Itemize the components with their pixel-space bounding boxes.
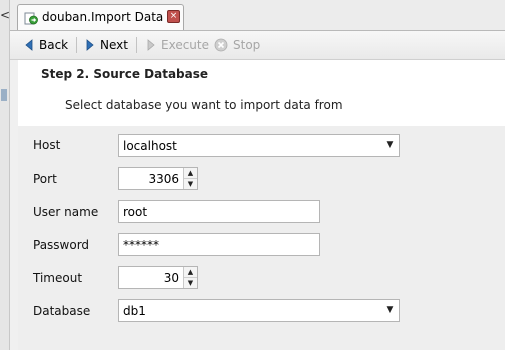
- wizard-toolbar: Back Next Execute Stop: [10, 31, 505, 60]
- port-label: Port: [33, 172, 57, 186]
- close-icon[interactable]: ×: [167, 10, 180, 23]
- collapse-arrow-icon[interactable]: <: [0, 8, 10, 22]
- back-label: Back: [39, 38, 69, 52]
- tab-strip: douban.Import Data ×: [10, 0, 505, 31]
- stop-label: Stop: [233, 38, 261, 52]
- port-value: 3306: [148, 172, 179, 186]
- username-value: root: [123, 205, 148, 219]
- stop-icon: [214, 38, 228, 52]
- chevron-down-icon[interactable]: ▼: [383, 301, 397, 320]
- port-spin-buttons: ▲ ▼: [183, 168, 197, 189]
- host-label: Host: [33, 138, 61, 152]
- spin-up-icon[interactable]: ▲: [184, 267, 197, 278]
- spin-down-icon[interactable]: ▼: [184, 278, 197, 288]
- execute-icon: [147, 39, 155, 51]
- execute-button[interactable]: Execute: [146, 36, 209, 54]
- next-arrow-icon: [86, 39, 94, 51]
- chevron-down-icon[interactable]: ▼: [383, 136, 397, 155]
- timeout-spin-buttons: ▲ ▼: [183, 267, 197, 288]
- database-label: Database: [33, 304, 91, 318]
- back-button[interactable]: Back: [24, 36, 68, 54]
- spin-down-icon[interactable]: ▼: [184, 179, 197, 189]
- back-arrow-icon: [25, 39, 33, 51]
- timeout-label: Timeout: [33, 271, 83, 285]
- left-gutter: <: [0, 0, 10, 350]
- username-field[interactable]: root: [118, 200, 320, 223]
- timeout-stepper[interactable]: 30 ▲ ▼: [118, 266, 198, 289]
- password-value: ******: [123, 238, 159, 252]
- tab-import-data[interactable]: douban.Import Data ×: [17, 4, 184, 30]
- toolbar-separator: [136, 37, 137, 53]
- step-title: Step 2. Source Database: [41, 67, 209, 81]
- step-description: Select database you want to import data …: [65, 98, 343, 112]
- import-data-window: < douban.Import Data × Back Next Execute…: [0, 0, 505, 350]
- import-data-icon: [24, 12, 38, 25]
- password-label: Password: [33, 238, 90, 252]
- next-label: Next: [100, 38, 128, 52]
- next-button[interactable]: Next: [85, 36, 128, 54]
- source-database-form: Host localhost ▼ Port 3306 ▲ ▼ User name…: [18, 126, 505, 350]
- stop-button[interactable]: Stop: [214, 36, 260, 54]
- toolbar-separator: [76, 37, 77, 53]
- host-value: localhost: [123, 139, 177, 153]
- host-combobox[interactable]: localhost ▼: [118, 134, 400, 157]
- port-stepper[interactable]: 3306 ▲ ▼: [118, 167, 198, 190]
- database-value: db1: [123, 304, 146, 318]
- tab-title: douban.Import Data: [42, 10, 164, 24]
- database-combobox[interactable]: db1 ▼: [118, 299, 400, 322]
- spin-up-icon[interactable]: ▲: [184, 168, 197, 179]
- timeout-value: 30: [163, 271, 179, 285]
- gutter-marker: [1, 89, 7, 101]
- step-header: Step 2. Source Database Select database …: [18, 60, 505, 126]
- username-label: User name: [33, 205, 99, 219]
- password-field[interactable]: ******: [118, 233, 320, 256]
- execute-label: Execute: [161, 38, 209, 52]
